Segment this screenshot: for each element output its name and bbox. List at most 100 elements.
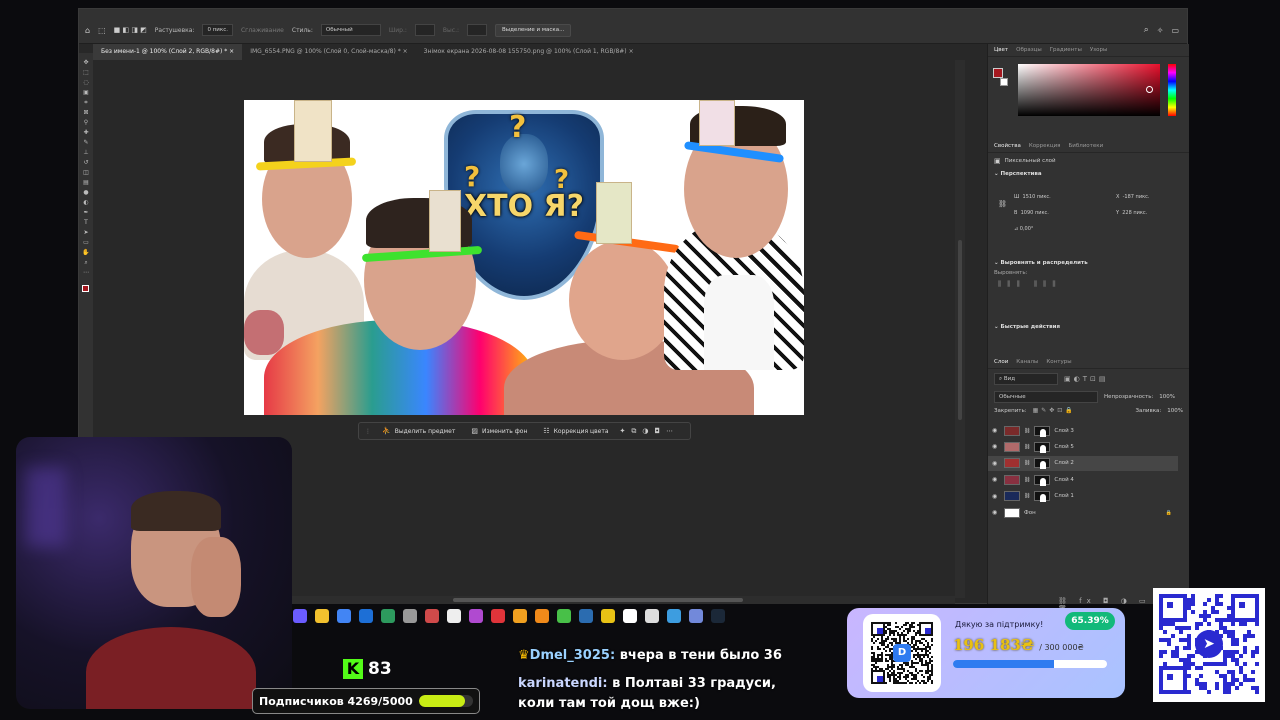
tab-layers[interactable]: Слои (994, 359, 1008, 365)
frame-tool-icon[interactable]: ⊠ (82, 109, 90, 116)
zoom-tool-icon[interactable]: ⌕ (82, 259, 90, 266)
scrollbar-thumb[interactable] (453, 598, 743, 602)
layer-row[interactable]: ◉ ⛓ Слой 5 (988, 439, 1178, 454)
select-subject-button[interactable]: ⛹ Выделить предмет (377, 425, 460, 437)
opacity-input[interactable]: 100% (1159, 394, 1175, 400)
foreground-background-swatch[interactable] (82, 285, 90, 292)
foreground-color-swatch[interactable] (993, 68, 1003, 78)
apps-icon[interactable] (293, 609, 307, 623)
tab-document-2[interactable]: IMG_6554.PNG @ 100% (Слой 0, Слой-маска/… (242, 44, 415, 60)
visibility-eye-icon[interactable]: ◉ (992, 509, 1000, 516)
document-canvas[interactable]: ХТО Я? ? ? ? (244, 100, 804, 415)
align-header[interactable]: ⌄ Выровнять и распределить (988, 258, 1189, 268)
app-icon[interactable] (425, 609, 439, 623)
app-icon[interactable] (447, 609, 461, 623)
stamp-tool-icon[interactable]: ⊥ (82, 149, 90, 156)
app-icon[interactable] (667, 609, 681, 623)
app-icon[interactable] (557, 609, 571, 623)
tab-properties[interactable]: Свойства (994, 143, 1021, 149)
width-field[interactable]: Ш 1510 пикс. (1014, 194, 1051, 200)
layer-filter-select[interactable]: ⌕ Вид (994, 373, 1058, 385)
app-icon[interactable] (381, 609, 395, 623)
menu-bar[interactable] (79, 9, 1187, 17)
object-select-tool-icon[interactable]: ▣ (82, 89, 90, 96)
transform-icon[interactable]: ⧉ (631, 427, 636, 436)
tab-document-1[interactable]: Без имени-1 @ 100% (Слой 2, RGB/8#) * × (93, 44, 243, 60)
eraser-tool-icon[interactable]: ◫ (82, 169, 90, 176)
close-icon[interactable]: × (229, 48, 234, 55)
layer-row[interactable]: ◉ ⛓ Слой 2 (988, 455, 1178, 471)
clock-icon[interactable] (403, 609, 417, 623)
marquee-tool-icon[interactable]: ⬚ (98, 26, 106, 35)
hue-slider[interactable] (1168, 64, 1176, 116)
type-tool-icon[interactable]: T (82, 219, 90, 226)
width-input[interactable] (414, 24, 435, 36)
x-field[interactable]: X -187 пикс. (1116, 194, 1149, 200)
more-options-icon[interactable]: ⋯ (666, 427, 673, 435)
vlc-icon[interactable] (535, 609, 549, 623)
steam-icon[interactable] (711, 609, 725, 623)
crop-tool-icon[interactable]: ⌗ (82, 99, 90, 106)
transform-header[interactable]: ⌄ Перспектива (988, 169, 1189, 179)
smoothing-checkbox[interactable]: Сглаживание (241, 27, 284, 34)
scrollbar-thumb[interactable] (958, 240, 962, 420)
visibility-eye-icon[interactable]: ◉ (992, 493, 1000, 500)
angle-field[interactable]: ⊿ 0,00° (1014, 226, 1033, 232)
link-dimensions-icon[interactable]: ⛓ (998, 200, 1007, 208)
lasso-tool-icon[interactable]: ◌ (82, 79, 90, 86)
move-tool-icon[interactable]: ✥ (82, 59, 90, 66)
tab-color[interactable]: Цвет (994, 47, 1008, 53)
discord-icon[interactable] (689, 609, 703, 623)
search-icon[interactable]: ⌕ (1144, 25, 1149, 35)
blur-tool-icon[interactable]: ● (82, 189, 90, 196)
brush-tool-icon[interactable]: ✎ (82, 139, 90, 146)
workspace-icon[interactable]: ▭ (1171, 26, 1187, 35)
tab-channels[interactable]: Каналы (1016, 359, 1038, 365)
drag-handle-icon[interactable]: ⋮ (365, 428, 371, 435)
fill-input[interactable]: 100% (1167, 408, 1183, 414)
visibility-eye-icon[interactable]: ◉ (992, 427, 1000, 434)
tab-gradients[interactable]: Градиенты (1050, 47, 1082, 53)
hand-tool-icon[interactable]: ✋ (82, 249, 90, 256)
close-icon[interactable]: × (629, 48, 634, 55)
visibility-eye-icon[interactable]: ◉ (992, 460, 1000, 467)
app-icon[interactable] (645, 609, 659, 623)
home-icon[interactable]: ⌂ (85, 26, 90, 35)
visibility-eye-icon[interactable]: ◉ (992, 476, 1000, 483)
app-icon[interactable] (623, 609, 637, 623)
tab-libraries[interactable]: Библиотеки (1068, 143, 1103, 149)
app-icon[interactable] (513, 609, 527, 623)
blend-mode-select[interactable]: Обычные (994, 391, 1098, 403)
layer-row[interactable]: ◉ ⛓ Слой 4 (988, 472, 1178, 487)
color-picker-field[interactable] (1018, 64, 1160, 116)
change-background-button[interactable]: ▨ Изменить фон (466, 425, 532, 437)
lock-icon[interactable]: 🔒 (1166, 510, 1178, 516)
app-icon[interactable] (491, 609, 505, 623)
tab-paths[interactable]: Контуры (1046, 359, 1071, 365)
app-icon[interactable] (579, 609, 593, 623)
lock-icons[interactable]: ▦✎✥⊡🔒 (1033, 407, 1076, 414)
contrast-icon[interactable]: ◑ (642, 427, 648, 435)
healing-tool-icon[interactable]: ✚ (82, 129, 90, 136)
path-select-tool-icon[interactable]: ➤ (82, 229, 90, 236)
visibility-eye-icon[interactable]: ◉ (992, 443, 1000, 450)
photoshop-icon[interactable] (359, 609, 373, 623)
color-correction-button[interactable]: ☷ Коррекция цвета (538, 425, 613, 437)
tab-swatches[interactable]: Образцы (1016, 47, 1042, 53)
app-icon[interactable] (469, 609, 483, 623)
color-picker-cursor[interactable] (1146, 86, 1153, 93)
marquee-tool-icon[interactable]: ⬚ (82, 69, 90, 76)
shape-tool-icon[interactable]: ▭ (82, 239, 90, 246)
bulb-icon[interactable]: ✧ (1157, 26, 1164, 35)
layer-row[interactable]: ◉ Фон 🔒 (988, 505, 1178, 520)
align-buttons[interactable]: ⫼⫼⫼ ⫼⫼⫼ (988, 278, 1189, 291)
close-icon[interactable]: × (403, 48, 408, 55)
app-icon[interactable] (601, 609, 615, 623)
gradient-tool-icon[interactable]: ▤ (82, 179, 90, 186)
height-field[interactable]: В 1090 пикс. (1014, 210, 1049, 216)
background-color-swatch[interactable] (1000, 78, 1008, 86)
quick-actions-header[interactable]: ⌄ Быстрые действия (988, 322, 1189, 332)
chrome-icon[interactable] (337, 609, 351, 623)
tab-document-3[interactable]: Знімок екрана 2026-08-08 155750.png @ 10… (416, 44, 642, 60)
pen-tool-icon[interactable]: ✒ (82, 209, 90, 216)
